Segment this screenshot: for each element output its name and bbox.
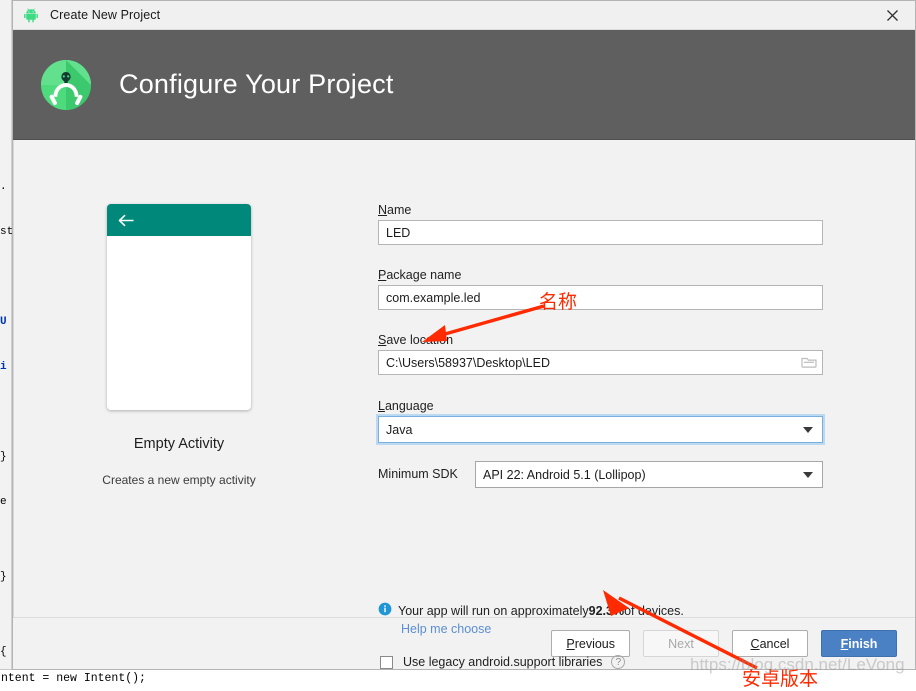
legacy-libraries-checkbox[interactable] xyxy=(380,655,393,669)
save-location-label: Save location xyxy=(378,333,454,347)
cancel-button[interactable]: Cancel xyxy=(732,630,808,657)
previous-button[interactable]: Previous xyxy=(551,630,630,657)
back-arrow-icon xyxy=(118,214,135,227)
question-mark-icon[interactable]: ? xyxy=(611,655,626,669)
finish-button[interactable]: Finish xyxy=(821,630,897,657)
sdk-note-suffix: of devices. xyxy=(624,603,684,618)
language-combo-value: Java xyxy=(386,422,413,437)
template-preview-card[interactable] xyxy=(107,204,251,410)
package-name-input[interactable]: com.example.led xyxy=(378,285,823,310)
language-combo[interactable]: Java xyxy=(378,416,823,443)
minimum-sdk-combo-value: API 22: Android 5.1 (Lollipop) xyxy=(483,467,646,482)
create-new-project-dialog: Create New Project Configure Your Projec… xyxy=(12,0,916,690)
android-studio-logo-icon xyxy=(37,56,95,114)
preview-app-bar xyxy=(107,204,251,236)
package-name-label: Package name xyxy=(378,268,462,282)
project-config-form: Name LED Package name com.example.led Sa… xyxy=(344,140,915,617)
legacy-libraries-row: Use legacy android.support libraries ? xyxy=(380,655,626,669)
sdk-note-prefix: Your app will run on approximately xyxy=(398,603,589,618)
minimum-sdk-label: Minimum SDK xyxy=(378,467,458,481)
next-button: Next xyxy=(643,630,719,657)
package-name-input-value: com.example.led xyxy=(386,290,481,305)
help-me-choose-link[interactable]: Help me choose xyxy=(401,622,491,636)
sdk-note-percent: 92.3% xyxy=(588,603,625,618)
chevron-down-icon xyxy=(803,471,813,478)
name-input-value: LED xyxy=(386,225,411,240)
finish-button-mnemonic: F xyxy=(840,636,849,651)
android-robot-icon xyxy=(22,6,40,24)
name-input[interactable]: LED xyxy=(378,220,823,245)
finish-button-label: inish xyxy=(848,636,878,651)
cancel-button-label: ancel xyxy=(759,636,790,651)
next-button-label: Next xyxy=(668,636,694,651)
save-location-input-value: C:\Users\58937\Desktop\LED xyxy=(386,355,550,370)
template-description: Creates a new empty activity xyxy=(102,473,256,487)
dialog-header-banner: Configure Your Project xyxy=(13,30,915,140)
dialog-body: Empty Activity Creates a new empty activ… xyxy=(13,140,915,690)
template-name: Empty Activity xyxy=(133,436,225,452)
close-icon[interactable] xyxy=(869,1,915,30)
dialog-title: Create New Project xyxy=(50,8,161,22)
minimum-sdk-combo[interactable]: API 22: Android 5.1 (Lollipop) xyxy=(475,461,823,488)
previous-button-mnemonic: P xyxy=(566,636,575,651)
sdk-coverage-note: Your app will run on approximately 92.3%… xyxy=(378,602,684,619)
save-location-input[interactable]: C:\Users\58937\Desktop\LED xyxy=(378,350,823,375)
language-label: Language xyxy=(378,399,434,413)
dialog-titlebar: Create New Project xyxy=(13,1,915,30)
chevron-down-icon xyxy=(803,426,813,433)
cancel-button-mnemonic: C xyxy=(750,636,760,651)
info-icon xyxy=(378,602,392,619)
template-preview-panel: Empty Activity Creates a new empty activ… xyxy=(14,140,344,617)
editor-bottom-code-line: ntent = new Intent(); xyxy=(0,669,916,686)
legacy-libraries-label: Use legacy android.support libraries xyxy=(403,655,603,669)
folder-icon[interactable] xyxy=(796,350,822,375)
previous-button-label: revious xyxy=(574,636,615,651)
name-label: Name xyxy=(378,203,412,217)
header-title: Configure Your Project xyxy=(119,69,394,99)
